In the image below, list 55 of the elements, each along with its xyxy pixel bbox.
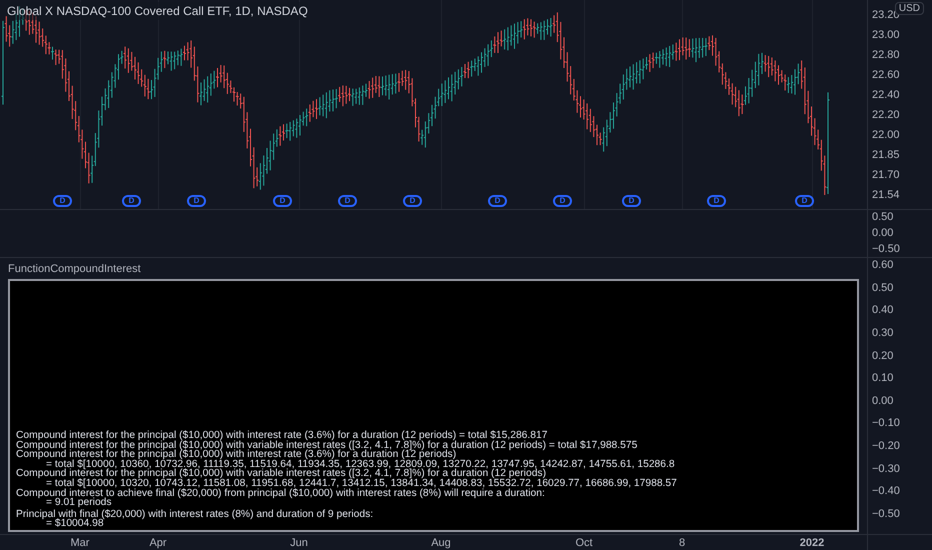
axis-label: 0.50 xyxy=(872,212,894,223)
price-label: 22.20 xyxy=(872,110,901,121)
time-label: 8 xyxy=(678,538,686,549)
axis-label: 0.00 xyxy=(872,228,894,239)
price-label: 22.80 xyxy=(872,50,901,61)
indicator-name: FunctionCompoundInterest xyxy=(8,264,142,275)
axis-label: 0.40 xyxy=(872,305,894,316)
axis-label: −0.30 xyxy=(872,464,901,475)
dividend-marker[interactable]: D xyxy=(122,195,141,207)
axis-label: −0.20 xyxy=(872,441,901,452)
axis-label: 0.20 xyxy=(872,350,894,362)
axis-label: 0.10 xyxy=(872,373,894,384)
output-line: Compound interest for the principal ($10,000) with interest rate (3.6%) for a duration (12 periods) xyxy=(16,450,456,460)
time-label: 2022 xyxy=(800,538,824,549)
price-label: 22.00 xyxy=(872,130,901,141)
axis-label: −0.40 xyxy=(872,486,901,498)
price-label: 21.70 xyxy=(872,170,901,181)
time-label: Oct xyxy=(575,538,593,549)
output-line: = 9.01 periods xyxy=(46,498,113,508)
axis-label: −0.50 xyxy=(872,244,901,255)
axis-label: −0.50 xyxy=(872,508,901,520)
output-line: = $10004.98 xyxy=(46,519,104,529)
output-line: Compound interest for the principal ($10,000) with interest rate (3.6%) for a duration (12 periods) = total $15,286.817 xyxy=(16,431,548,441)
dividend-marker[interactable]: D xyxy=(273,195,292,207)
price-label: 22.60 xyxy=(872,70,901,81)
output-line: Compound interest to achieve final ($20,000) from principal ($10,000) with interest rates (8%) will require a duration: xyxy=(16,488,546,498)
axis-label: 0.30 xyxy=(872,328,894,339)
dividend-marker[interactable]: D xyxy=(403,195,422,207)
chart-title: Global X NASDAQ-100 Covered Call ETF, 1D, NASDAQ xyxy=(7,2,308,20)
dividend-marker[interactable]: D xyxy=(338,195,357,207)
currency-badge[interactable]: USD xyxy=(894,2,924,15)
output-line: Compound interest for the principal ($10,000) with variable interest rates ([3.2, 4.1, 7.8]%) for a duration (12 periods) = total $17,988.575 xyxy=(16,440,638,450)
dividend-marker[interactable]: D xyxy=(488,195,507,207)
price-label: 22.40 xyxy=(872,90,901,101)
dividend-marker[interactable]: D xyxy=(553,195,572,207)
axis-label: 0.00 xyxy=(872,396,894,407)
axis-label: 0.50 xyxy=(872,282,894,294)
axis-label: 0.60 xyxy=(872,260,894,271)
price-label: 21.54 xyxy=(872,190,901,201)
dividend-marker[interactable]: D xyxy=(53,195,72,207)
output-line: Compound interest for the principal ($10,000) with variable interest rates ([3.2, 4.1, 7.8]%) for a duration (12 periods) xyxy=(16,469,546,480)
output-line: Principal with final ($20,000) with interest rates (8%) and duration of 9 periods: xyxy=(16,510,374,520)
axis-label: −0.10 xyxy=(872,418,901,430)
dividend-marker[interactable]: D xyxy=(707,195,726,207)
price-label: 21.85 xyxy=(872,150,901,161)
output-line: = total $[10000, 10360, 10732.96, 11119.35, 11519.64, 11934.35, 12363.99, 12809.09, 13270.22, 13747.95, 14242.87, 14755.61, 15286.8 xyxy=(46,460,676,470)
price-label: 23.00 xyxy=(872,30,901,41)
dividend-marker[interactable]: D xyxy=(187,195,206,207)
time-label: Aug xyxy=(431,538,451,549)
time-label: Apr xyxy=(149,538,167,549)
output-line: = total $[10000, 10320, 10743.12, 11581.08, 11951.68, 12441.7, 13412.15, 13841.34, 14408.83, 15532.72, 16029.77, 16686.99, 17988.57 xyxy=(46,479,678,489)
dividend-marker[interactable]: D xyxy=(795,195,814,207)
time-label: Mar xyxy=(70,538,90,549)
time-label: Jun xyxy=(290,538,308,549)
dividend-marker[interactable]: D xyxy=(622,195,641,207)
